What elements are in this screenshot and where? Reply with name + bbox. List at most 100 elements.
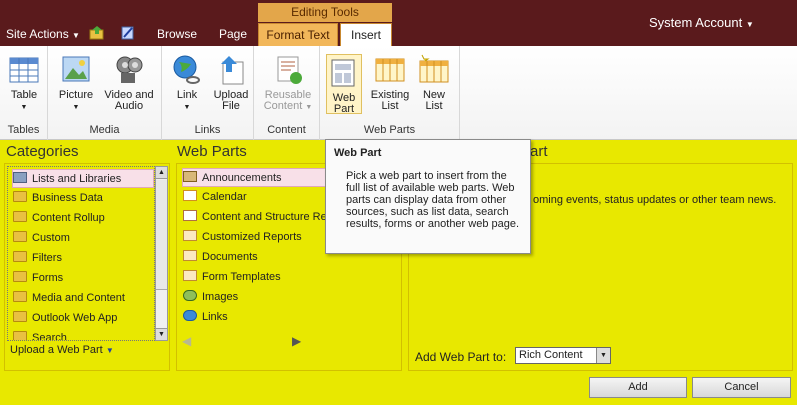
site-actions-menu[interactable]: Site Actions ▼ — [6, 27, 80, 41]
category-item[interactable]: Filters — [13, 249, 62, 268]
category-item[interactable]: Custom — [13, 229, 70, 248]
ribbon-group-content: Reusable Content ▼ Content — [254, 46, 320, 140]
folder-icon — [13, 271, 27, 282]
picture-button[interactable]: Picture ▼ — [56, 54, 96, 113]
table-button[interactable]: Table ▼ — [5, 54, 43, 113]
ribbon-group-links: Link ▼ Upload File Links — [162, 46, 254, 140]
tab-page[interactable]: Page — [219, 27, 247, 41]
group-label-links: Links — [194, 124, 221, 136]
tab-format-text[interactable]: Format Text — [258, 23, 338, 46]
scroll-thumb[interactable] — [156, 180, 167, 290]
zone-select[interactable]: Rich Content ▼ — [515, 347, 611, 364]
webpart-label: Links — [202, 311, 228, 323]
scroll-up-icon[interactable]: ▲ — [156, 167, 167, 179]
upload-file-button[interactable]: Upload File — [210, 54, 252, 112]
webpart-label: Documents — [202, 251, 258, 263]
webpart-label: Images — [202, 291, 239, 303]
editing-tools-group-label: Editing Tools — [258, 3, 392, 22]
image-library-icon — [183, 290, 197, 301]
category-label: Outlook Web App — [32, 312, 118, 324]
webpart-label: Calendar — [202, 191, 247, 203]
webpart-item[interactable]: Links — [183, 308, 228, 327]
document-library-icon — [183, 250, 197, 261]
category-label: Filters — [32, 252, 62, 264]
folder-icon — [13, 231, 27, 242]
tab-insert[interactable]: Insert — [340, 23, 392, 46]
folder-icon — [13, 331, 27, 340]
category-label: Search — [32, 332, 67, 341]
link-button[interactable]: Link ▼ — [168, 54, 206, 113]
category-label: Custom — [32, 232, 70, 244]
ribbon-group-media: Picture ▼ Video and Audio Media — [48, 46, 162, 140]
category-item[interactable]: Business Data — [13, 189, 103, 208]
existing-list-button[interactable]: Existing List — [368, 54, 412, 112]
tab-browse[interactable]: Browse — [157, 27, 197, 41]
upload-web-part-menu[interactable]: Upload a Web Part ▼ — [10, 344, 114, 356]
category-item[interactable]: Content Rollup — [13, 209, 105, 228]
upload-label-2: File — [222, 100, 240, 112]
new-list-icon — [418, 54, 450, 86]
previous-page-icon[interactable]: ◀ — [182, 334, 191, 348]
chevron-down-icon[interactable]: ▼ — [596, 348, 610, 363]
next-page-icon[interactable]: ▶ — [292, 334, 301, 348]
table-icon — [8, 54, 40, 86]
webpart-item[interactable]: Images — [183, 288, 238, 307]
chevron-down-icon: ▼ — [745, 20, 754, 29]
video-audio-label-2: Audio — [114, 100, 144, 112]
user-menu[interactable]: System Account ▼ — [649, 15, 754, 30]
user-name: System Account — [649, 15, 743, 30]
video-audio-button[interactable]: Video and Audio — [100, 54, 158, 112]
category-label: Business Data — [32, 192, 103, 204]
table-label: Table — [10, 89, 38, 101]
chevron-down-icon: ▼ — [72, 31, 80, 40]
picture-icon — [60, 54, 92, 86]
webpart-item[interactable]: Announcements — [182, 168, 332, 187]
categories-list[interactable]: Lists and Libraries Business Data Conten… — [7, 166, 155, 341]
picture-label: Picture — [58, 89, 94, 101]
category-label: Forms — [32, 272, 64, 284]
folder-icon — [13, 291, 27, 302]
ribbon: Table ▼ Tables Picture ▼ Video and Audio Me… — [0, 46, 797, 140]
add-button[interactable]: Add — [589, 377, 687, 398]
ribbon-group-tables: Table ▼ Tables — [0, 46, 48, 140]
web-part-button[interactable]: Web Part — [326, 54, 362, 115]
reusable-content-button[interactable]: Reusable Content ▼ — [258, 54, 318, 113]
category-item[interactable]: Media and Content — [13, 289, 125, 308]
new-list-button[interactable]: New List — [416, 54, 452, 112]
edit-page-icon[interactable] — [120, 25, 136, 44]
group-label-tables: Tables — [7, 124, 40, 136]
scroll-down-icon[interactable]: ▼ — [156, 328, 167, 340]
webpart-item[interactable]: Form Templates — [183, 268, 281, 287]
cancel-button[interactable]: Cancel — [692, 377, 791, 398]
webpart-item[interactable]: Documents — [183, 248, 258, 267]
navigate-up-icon[interactable] — [89, 25, 105, 44]
webpart-item[interactable]: Calendar — [183, 188, 247, 207]
report-library-icon — [183, 230, 197, 241]
group-label-media: Media — [89, 124, 120, 136]
content-structure-icon — [183, 210, 197, 221]
categories-scrollbar[interactable]: ▲ ▼ — [155, 166, 168, 341]
category-item[interactable]: Search — [13, 329, 67, 341]
about-title: art — [530, 143, 548, 160]
webpart-item[interactable]: Content and Structure Re — [183, 208, 327, 227]
site-actions-label: Site Actions — [6, 27, 69, 41]
category-label: Content Rollup — [32, 212, 105, 224]
ribbon-group-webparts: Web Part Existing List New List Web Parts — [320, 46, 460, 140]
form-library-icon — [183, 270, 197, 281]
top-bar: Site Actions ▼ Browse Page System Accoun… — [0, 0, 797, 46]
category-label: Media and Content — [32, 292, 125, 304]
video-audio-icon — [113, 54, 145, 86]
folder-icon — [13, 191, 27, 202]
webpart-label: Announcements — [202, 172, 282, 184]
categories-panel: Lists and Libraries Business Data Conten… — [4, 163, 170, 371]
webpart-label: Customized Reports — [202, 231, 302, 243]
existing-list-icon — [374, 54, 406, 86]
category-item[interactable]: Outlook Web App — [13, 309, 117, 328]
web-part-icon — [328, 57, 360, 89]
webpart-item[interactable]: Customized Reports — [183, 228, 302, 247]
zone-value: Rich Content — [519, 349, 583, 361]
folder-icon — [13, 311, 27, 322]
category-item[interactable]: Forms — [13, 269, 63, 288]
category-item[interactable]: Lists and Libraries — [12, 169, 154, 188]
megaphone-icon — [183, 171, 197, 182]
